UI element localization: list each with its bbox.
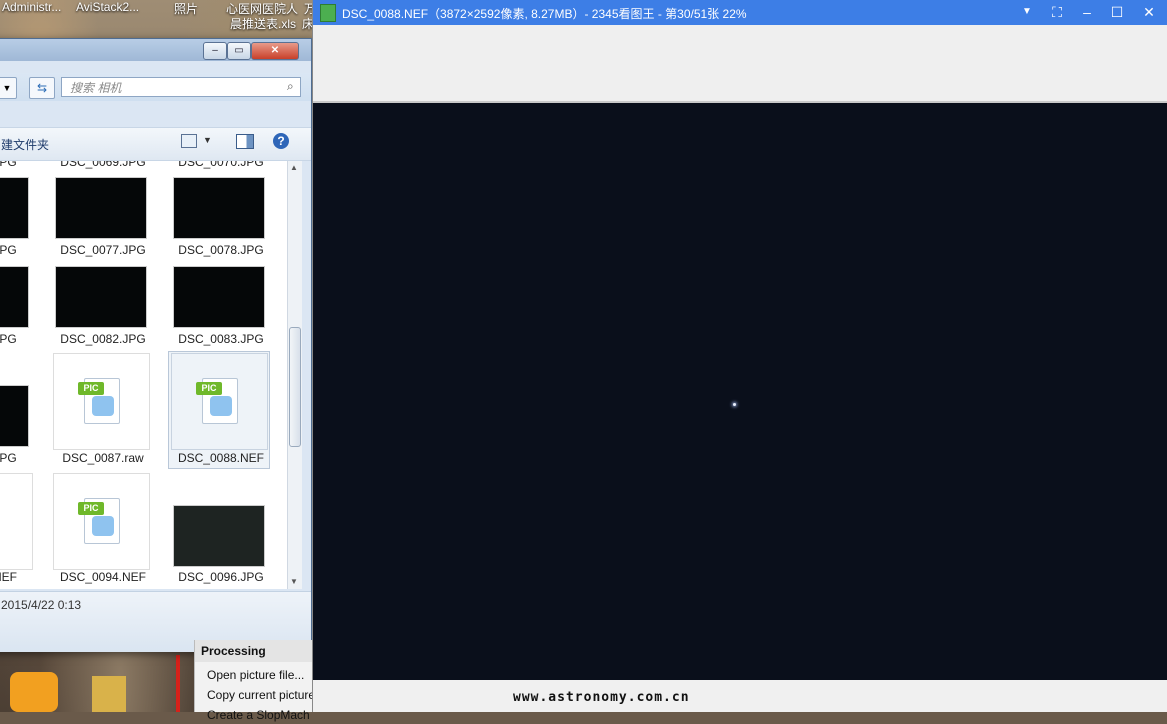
processing-panel: Processing Open picture file... Copy cur… (194, 640, 322, 722)
file-name[interactable]: DSC_0082.JPG (43, 332, 163, 346)
file-thumbnail[interactable] (173, 505, 265, 567)
file-name[interactable]: DSC_0096.JPG (161, 570, 281, 584)
chevron-down-icon: ▼ (2, 83, 12, 93)
pic-file-icon: PIC (78, 494, 122, 546)
view-chevron-down-icon[interactable]: ▼ (203, 135, 212, 145)
file-thumbnail[interactable] (0, 385, 29, 447)
address-dropdown-button[interactable]: ▼ (0, 77, 17, 99)
search-icon[interactable]: ⌕ (287, 79, 294, 94)
file-thumbnail[interactable]: PIC (53, 473, 150, 570)
new-folder-button[interactable]: 建文件夹 (1, 136, 49, 153)
image-viewer-window: DSC_0088.NEF（3872×2592像素, 8.27MB）- 2345看… (312, 0, 1167, 712)
refresh-button[interactable]: ⇆ (29, 77, 55, 99)
menu-chevron-down-icon[interactable]: ▼ (1017, 3, 1037, 21)
desktop-icon-label[interactable]: AviStack2... (76, 0, 139, 14)
minimize-icon[interactable]: – (1077, 3, 1097, 21)
explorer-window: ‒ ▭ ✕ ▼ ⇆ 搜索 相机 ⌕ 建文件夹 ▼ ? JPG DSC_0069.… (0, 38, 312, 652)
viewer-titlebar[interactable]: DSC_0088.NEF（3872×2592像素, 8.27MB）- 2345看… (313, 0, 1167, 25)
file-thumbnail[interactable] (0, 473, 33, 570)
help-icon[interactable]: ? (273, 133, 289, 149)
file-name[interactable]: DSC_0087.raw (43, 451, 163, 465)
file-date: 2015/4/22 0:13 (1, 598, 82, 612)
menu-item-create[interactable]: Create a SlopMach (195, 704, 313, 724)
maximize-icon[interactable]: ☐ (1107, 3, 1127, 21)
file-name[interactable]: DSC_0083.JPG (161, 332, 281, 346)
view-options-icon[interactable] (181, 134, 197, 148)
scroll-up-icon[interactable]: ▲ (290, 163, 298, 172)
preview-pane-icon[interactable] (236, 134, 254, 149)
watermark-text: www.astronomy.com.cn (513, 690, 690, 705)
file-thumbnail[interactable] (173, 266, 265, 328)
file-list: JPG DSC_0069.JPG DSC_0070.JPG JPG DSC_00… (0, 161, 296, 589)
viewer-toolbar-area (313, 25, 1167, 101)
app-icon (320, 4, 336, 22)
file-thumbnail[interactable] (0, 177, 29, 239)
viewer-bottom-bar (313, 680, 1167, 712)
file-thumbnail[interactable]: PIC (53, 353, 150, 450)
explorer-toolbar: 建文件夹 ▼ ? (0, 127, 311, 161)
file-thumbnail[interactable] (173, 177, 265, 239)
processing-header: Processing (195, 640, 313, 662)
pic-file-icon: PIC (78, 374, 122, 426)
maximize-button[interactable]: ▭ (227, 42, 251, 60)
file-name[interactable]: DSC_0070.JPG (161, 161, 281, 169)
file-thumbnail[interactable] (55, 177, 147, 239)
pic-file-icon: PIC (196, 374, 240, 426)
fullscreen-icon[interactable]: ⛶ (1047, 3, 1067, 21)
desktop-icon-label[interactable]: Administr... (2, 0, 61, 14)
image-canvas[interactable] (313, 101, 1167, 682)
file-name[interactable]: DSC_0094.NEF (43, 570, 163, 584)
red-marker-bar (176, 655, 180, 712)
scrollbar-thumb[interactable] (289, 327, 301, 447)
file-name[interactable]: DSC_0078.JPG (161, 243, 281, 257)
file-name-selected[interactable]: DSC_0088.NEF (161, 451, 281, 465)
file-name[interactable]: DSC_0077.JPG (43, 243, 163, 257)
file-thumbnail[interactable]: PIC (171, 353, 268, 450)
desktop-icon-label[interactable]: 照片 (174, 0, 198, 17)
desktop-file-label[interactable]: 晨推送表.xls (230, 15, 296, 32)
star-point (733, 403, 736, 406)
file-name[interactable]: DSC_0069.JPG (43, 161, 163, 169)
pps-app-icon[interactable] (10, 672, 58, 712)
file-thumbnail[interactable] (55, 266, 147, 328)
folder-icon[interactable] (92, 676, 126, 712)
refresh-icon: ⇆ (36, 81, 48, 95)
minimize-button[interactable]: ‒ (203, 42, 227, 60)
search-input[interactable]: 搜索 相机 (61, 77, 301, 97)
viewer-title: DSC_0088.NEF（3872×2592像素, 8.27MB）- 2345看… (342, 7, 747, 21)
file-thumbnail[interactable] (0, 266, 29, 328)
close-button[interactable]: ✕ (251, 42, 299, 60)
menu-item-open-picture[interactable]: Open picture file... (195, 662, 313, 684)
menu-item-copy-picture[interactable]: Copy current picture t (195, 684, 322, 704)
scroll-down-icon[interactable]: ▼ (290, 577, 298, 586)
close-icon[interactable]: ✕ (1139, 3, 1159, 21)
